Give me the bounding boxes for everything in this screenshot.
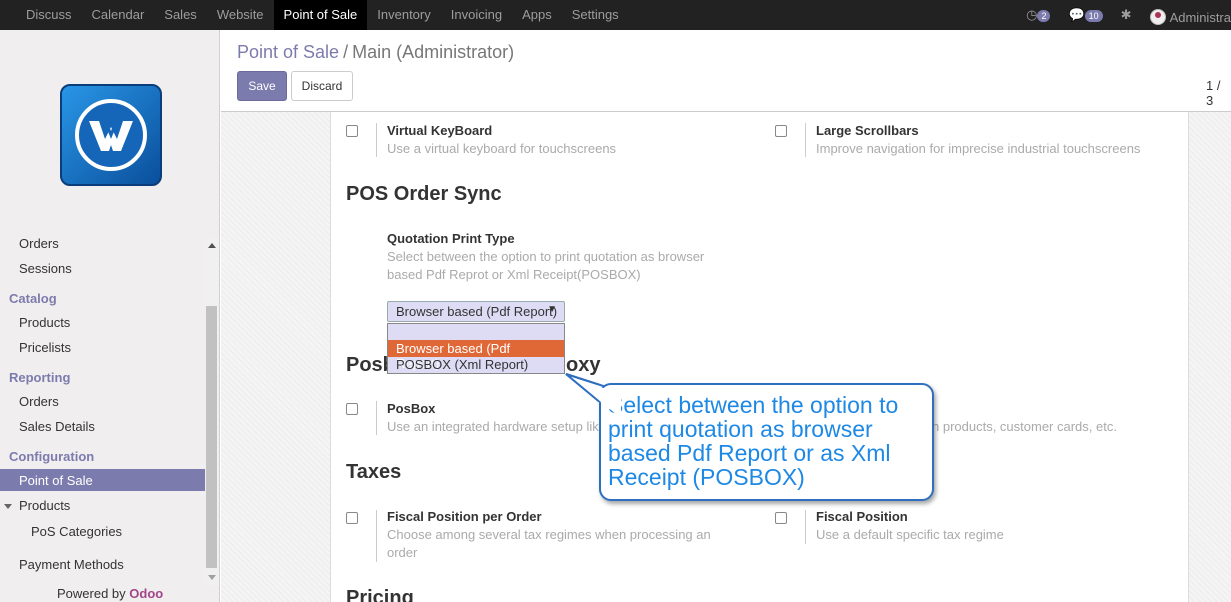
company-logo — [60, 84, 162, 186]
sidebar-item-pos-categories[interactable]: PoS Categories — [31, 524, 122, 539]
large-scrollbars-checkbox[interactable] — [775, 125, 787, 137]
sidebar-item-sessions[interactable]: Sessions — [19, 261, 72, 276]
menu-inventory[interactable]: Inventory — [367, 0, 440, 30]
section-pricing: Pricing — [346, 587, 414, 602]
odoo-brand[interactable]: Odoo — [129, 586, 163, 601]
app-menu: Discuss Calendar Sales Website Point of … — [0, 0, 629, 30]
breadcrumb: Point of Sale / Main (Administrator) — [237, 42, 514, 63]
scroll-up-arrow-icon[interactable] — [208, 243, 216, 248]
powered-by: Powered by Odoo — [57, 586, 163, 601]
systray: ◷ 2 💬 10 ✱ Administra — [1026, 0, 1231, 30]
menu-calendar[interactable]: Calendar — [82, 0, 155, 30]
breadcrumb-separator: / — [343, 42, 349, 62]
sidebar-item-payment-methods[interactable]: Payment Methods — [19, 557, 124, 572]
section-pos-order-sync: POS Order Sync — [346, 183, 502, 205]
posbox-title: PosBox — [387, 401, 436, 416]
activity-badge: 2 — [1037, 9, 1051, 22]
quotation-print-type-desc-1: Select between the option to print quota… — [387, 249, 705, 264]
clock-icon: ◷ — [1026, 7, 1038, 22]
callout-pointer-fill — [565, 373, 621, 418]
menu-website[interactable]: Website — [207, 0, 274, 30]
scroll-thumb[interactable] — [206, 306, 217, 568]
pager-value[interactable]: 1 / 3 — [1206, 78, 1231, 108]
menu-discuss[interactable]: Discuss — [16, 0, 82, 30]
virtual-keyboard-checkbox[interactable] — [346, 125, 358, 137]
large-scrollbars-title: Large Scrollbars — [816, 123, 919, 138]
breadcrumb-current: Main (Administrator) — [352, 42, 515, 62]
sidebar-item-sales-details[interactable]: Sales Details — [19, 419, 95, 434]
quotation-print-type-title: Quotation Print Type — [387, 231, 515, 246]
divider — [376, 401, 377, 435]
sidebar-item-config-products[interactable]: Products — [19, 498, 70, 513]
breadcrumb-parent[interactable]: Point of Sale — [237, 42, 339, 62]
virtual-keyboard-desc: Use a virtual keyboard for touchscreens — [387, 141, 617, 156]
top-navbar: Discuss Calendar Sales Website Point of … — [0, 0, 1231, 30]
sidebar-section-catalog: Catalog — [9, 291, 57, 306]
sidebar-item-label: Point of Sale — [19, 473, 93, 488]
user-name: Administra — [1169, 9, 1231, 25]
sidebar-item-products[interactable]: Products — [19, 315, 70, 330]
menu-apps[interactable]: Apps — [512, 0, 562, 30]
menu-invoicing[interactable]: Invoicing — [441, 0, 512, 30]
fiscal-position-per-order-checkbox[interactable] — [346, 512, 358, 524]
messaging-menu[interactable]: 💬 10 — [1068, 7, 1103, 23]
fiscal-position-desc: Use a default specific tax regime — [816, 527, 1004, 542]
control-panel: Point of Sale / Main (Administrator) Save … — [221, 30, 1231, 112]
section-taxes: Taxes — [346, 461, 402, 483]
chat-icon: 💬 — [1068, 7, 1085, 22]
quotation-print-type-desc-2: based Pdf Reprot or Xml Receipt(POSBOX) — [387, 267, 641, 282]
sidebar-item-point-of-sale[interactable]: Point of Sale — [0, 469, 205, 491]
divider — [805, 510, 806, 544]
callout-text: Select between the option to print quota… — [608, 392, 899, 490]
fiscal-position-title: Fiscal Position — [816, 509, 908, 524]
scroll-down-arrow-icon[interactable] — [208, 575, 216, 580]
logo-emblem — [75, 99, 147, 171]
option-browser-based[interactable]: Browser based (Pdf Report) — [388, 340, 564, 371]
annotation-callout: Select between the option to print quota… — [599, 383, 934, 501]
sidebar-section-configuration: Configuration — [9, 449, 95, 464]
select-value: Browser based (Pdf Report) — [396, 304, 558, 319]
bug-icon: ✱ — [1120, 7, 1132, 22]
menu-sales[interactable]: Sales — [154, 0, 207, 30]
divider — [805, 123, 806, 157]
sidebar: Orders Sessions Catalog Products Priceli… — [0, 30, 220, 602]
messages-badge: 10 — [1084, 9, 1103, 22]
user-menu[interactable]: Administra — [1149, 6, 1231, 25]
fiscal-position-per-order-desc-1: Choose among several tax regimes when pr… — [387, 527, 711, 542]
divider — [376, 510, 377, 562]
fiscal-position-per-order-desc-2: order — [387, 545, 418, 560]
sidebar-item-orders[interactable]: Orders — [19, 236, 59, 251]
quotation-print-type-select[interactable]: Browser based (Pdf Report) ▼ — [387, 301, 565, 322]
debug-menu[interactable]: ✱ — [1121, 7, 1132, 23]
activity-menu[interactable]: ◷ 2 — [1026, 7, 1051, 23]
caret-down-icon[interactable] — [4, 504, 12, 509]
large-scrollbars-desc: Improve navigation for imprecise industr… — [816, 141, 1141, 156]
divider — [376, 123, 377, 157]
discard-button[interactable]: Discard — [291, 71, 353, 101]
fiscal-position-checkbox[interactable] — [775, 512, 787, 524]
quotation-print-type-options: Browser based (Pdf Report) POSBOX (Xml R… — [387, 323, 565, 374]
save-button[interactable]: Save — [237, 71, 287, 101]
fiscal-position-per-order-title: Fiscal Position per Order — [387, 509, 542, 524]
avatar — [1149, 8, 1166, 25]
posbox-checkbox[interactable] — [346, 403, 358, 415]
sidebar-item-reporting-orders[interactable]: Orders — [19, 394, 59, 409]
virtual-keyboard-title: Virtual KeyBoard — [387, 123, 493, 138]
sidebar-scrollbar[interactable] — [205, 238, 219, 586]
powered-by-text: Powered by — [57, 586, 126, 601]
sidebar-item-pricelists[interactable]: Pricelists — [19, 340, 71, 355]
menu-settings[interactable]: Settings — [562, 0, 629, 30]
dropdown-arrow-icon: ▼ — [547, 304, 557, 315]
w-logo-icon — [89, 121, 133, 151]
option-posbox[interactable]: POSBOX (Xml Report) — [388, 357, 564, 373]
posbox-desc-tail: n products, customer cards, etc. — [932, 419, 1117, 434]
menu-point-of-sale[interactable]: Point of Sale — [273, 0, 368, 30]
sidebar-section-reporting: Reporting — [9, 370, 71, 385]
